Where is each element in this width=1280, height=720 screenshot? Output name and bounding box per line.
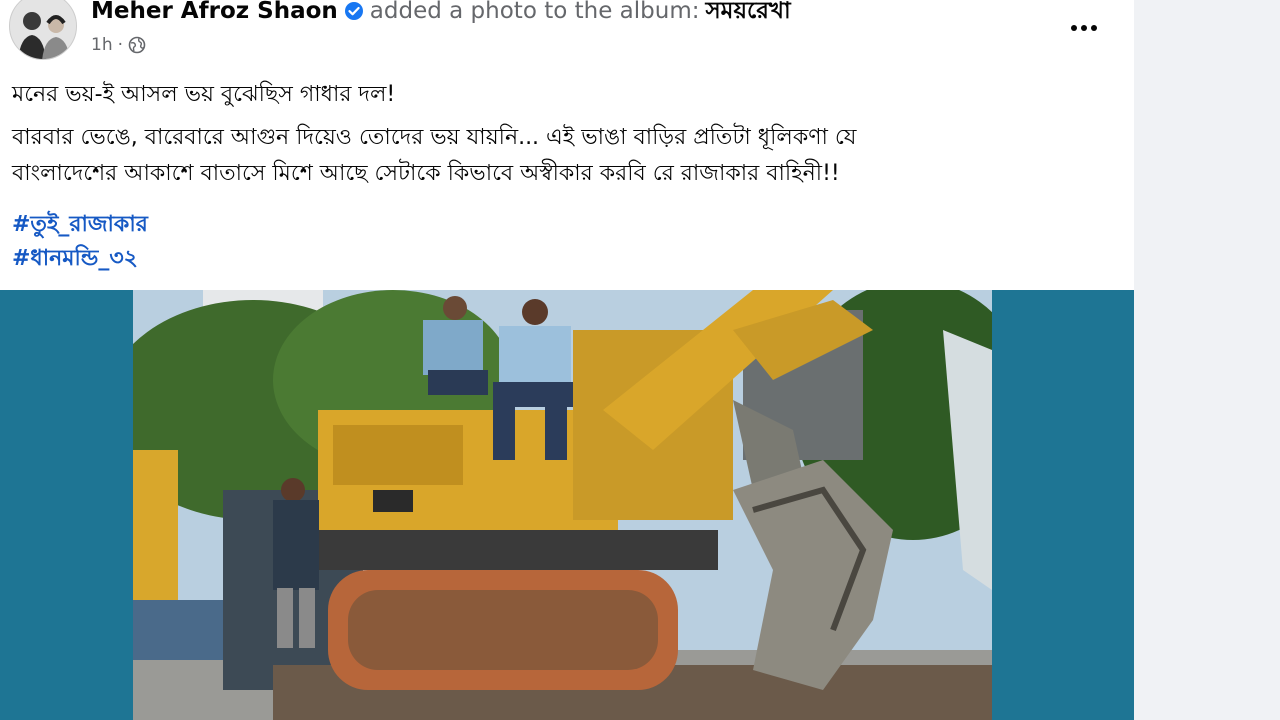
more-options-button[interactable]	[1062, 10, 1106, 46]
album-link[interactable]: সময়রেখা	[705, 0, 790, 31]
globe-icon[interactable]	[128, 36, 146, 54]
post-paragraph-1: মনের ভয়-ই আসল ভয় বুঝেছিস গাধার দল!	[12, 82, 396, 107]
post-timestamp[interactable]: 1h	[91, 35, 113, 55]
post-paragraph-2-line-2: বাংলাদেশের আকাশে বাতাসে মিশে আছে সেটাকে …	[12, 161, 840, 186]
right-rail	[1134, 0, 1280, 720]
hashtag-link[interactable]: #তুই_রাজাকার	[12, 208, 1122, 242]
excavator-photo	[133, 290, 992, 720]
avatar-image	[10, 0, 76, 59]
post-meta: 1h ·	[91, 35, 146, 55]
meta-separator: ·	[117, 35, 123, 55]
avatar[interactable]	[9, 0, 77, 60]
post-paragraph-2: বারবার ভেঙে, বারেবারে আগুন দিয়েও তোদের …	[12, 120, 1122, 192]
hashtag-link[interactable]: #ধানমন্ডি_৩২	[12, 242, 1122, 276]
author-name[interactable]: Meher Afroz Shaon	[91, 0, 338, 24]
post-header: Meher Afroz Shaon added a photo to the a…	[91, 0, 791, 28]
post-body: মনের ভয়-ই আসল ভয় বুঝেছিস গাধার দল! বার…	[12, 76, 1122, 276]
more-dot	[1081, 25, 1087, 31]
more-options-icon	[1071, 25, 1077, 31]
post-paragraph-2-line-1: বারবার ভেঙে, বারেবারে আগুন দিয়েও তোদের …	[12, 125, 857, 150]
post-action-text: added a photo to the album:	[369, 0, 700, 24]
post-photo[interactable]	[133, 290, 992, 720]
more-dot	[1091, 25, 1097, 31]
verified-badge-icon	[344, 2, 363, 20]
post-card: Meher Afroz Shaon added a photo to the a…	[0, 0, 1134, 720]
hashtag-list: #তুই_রাজাকার #ধানমন্ডি_৩২	[12, 208, 1122, 276]
